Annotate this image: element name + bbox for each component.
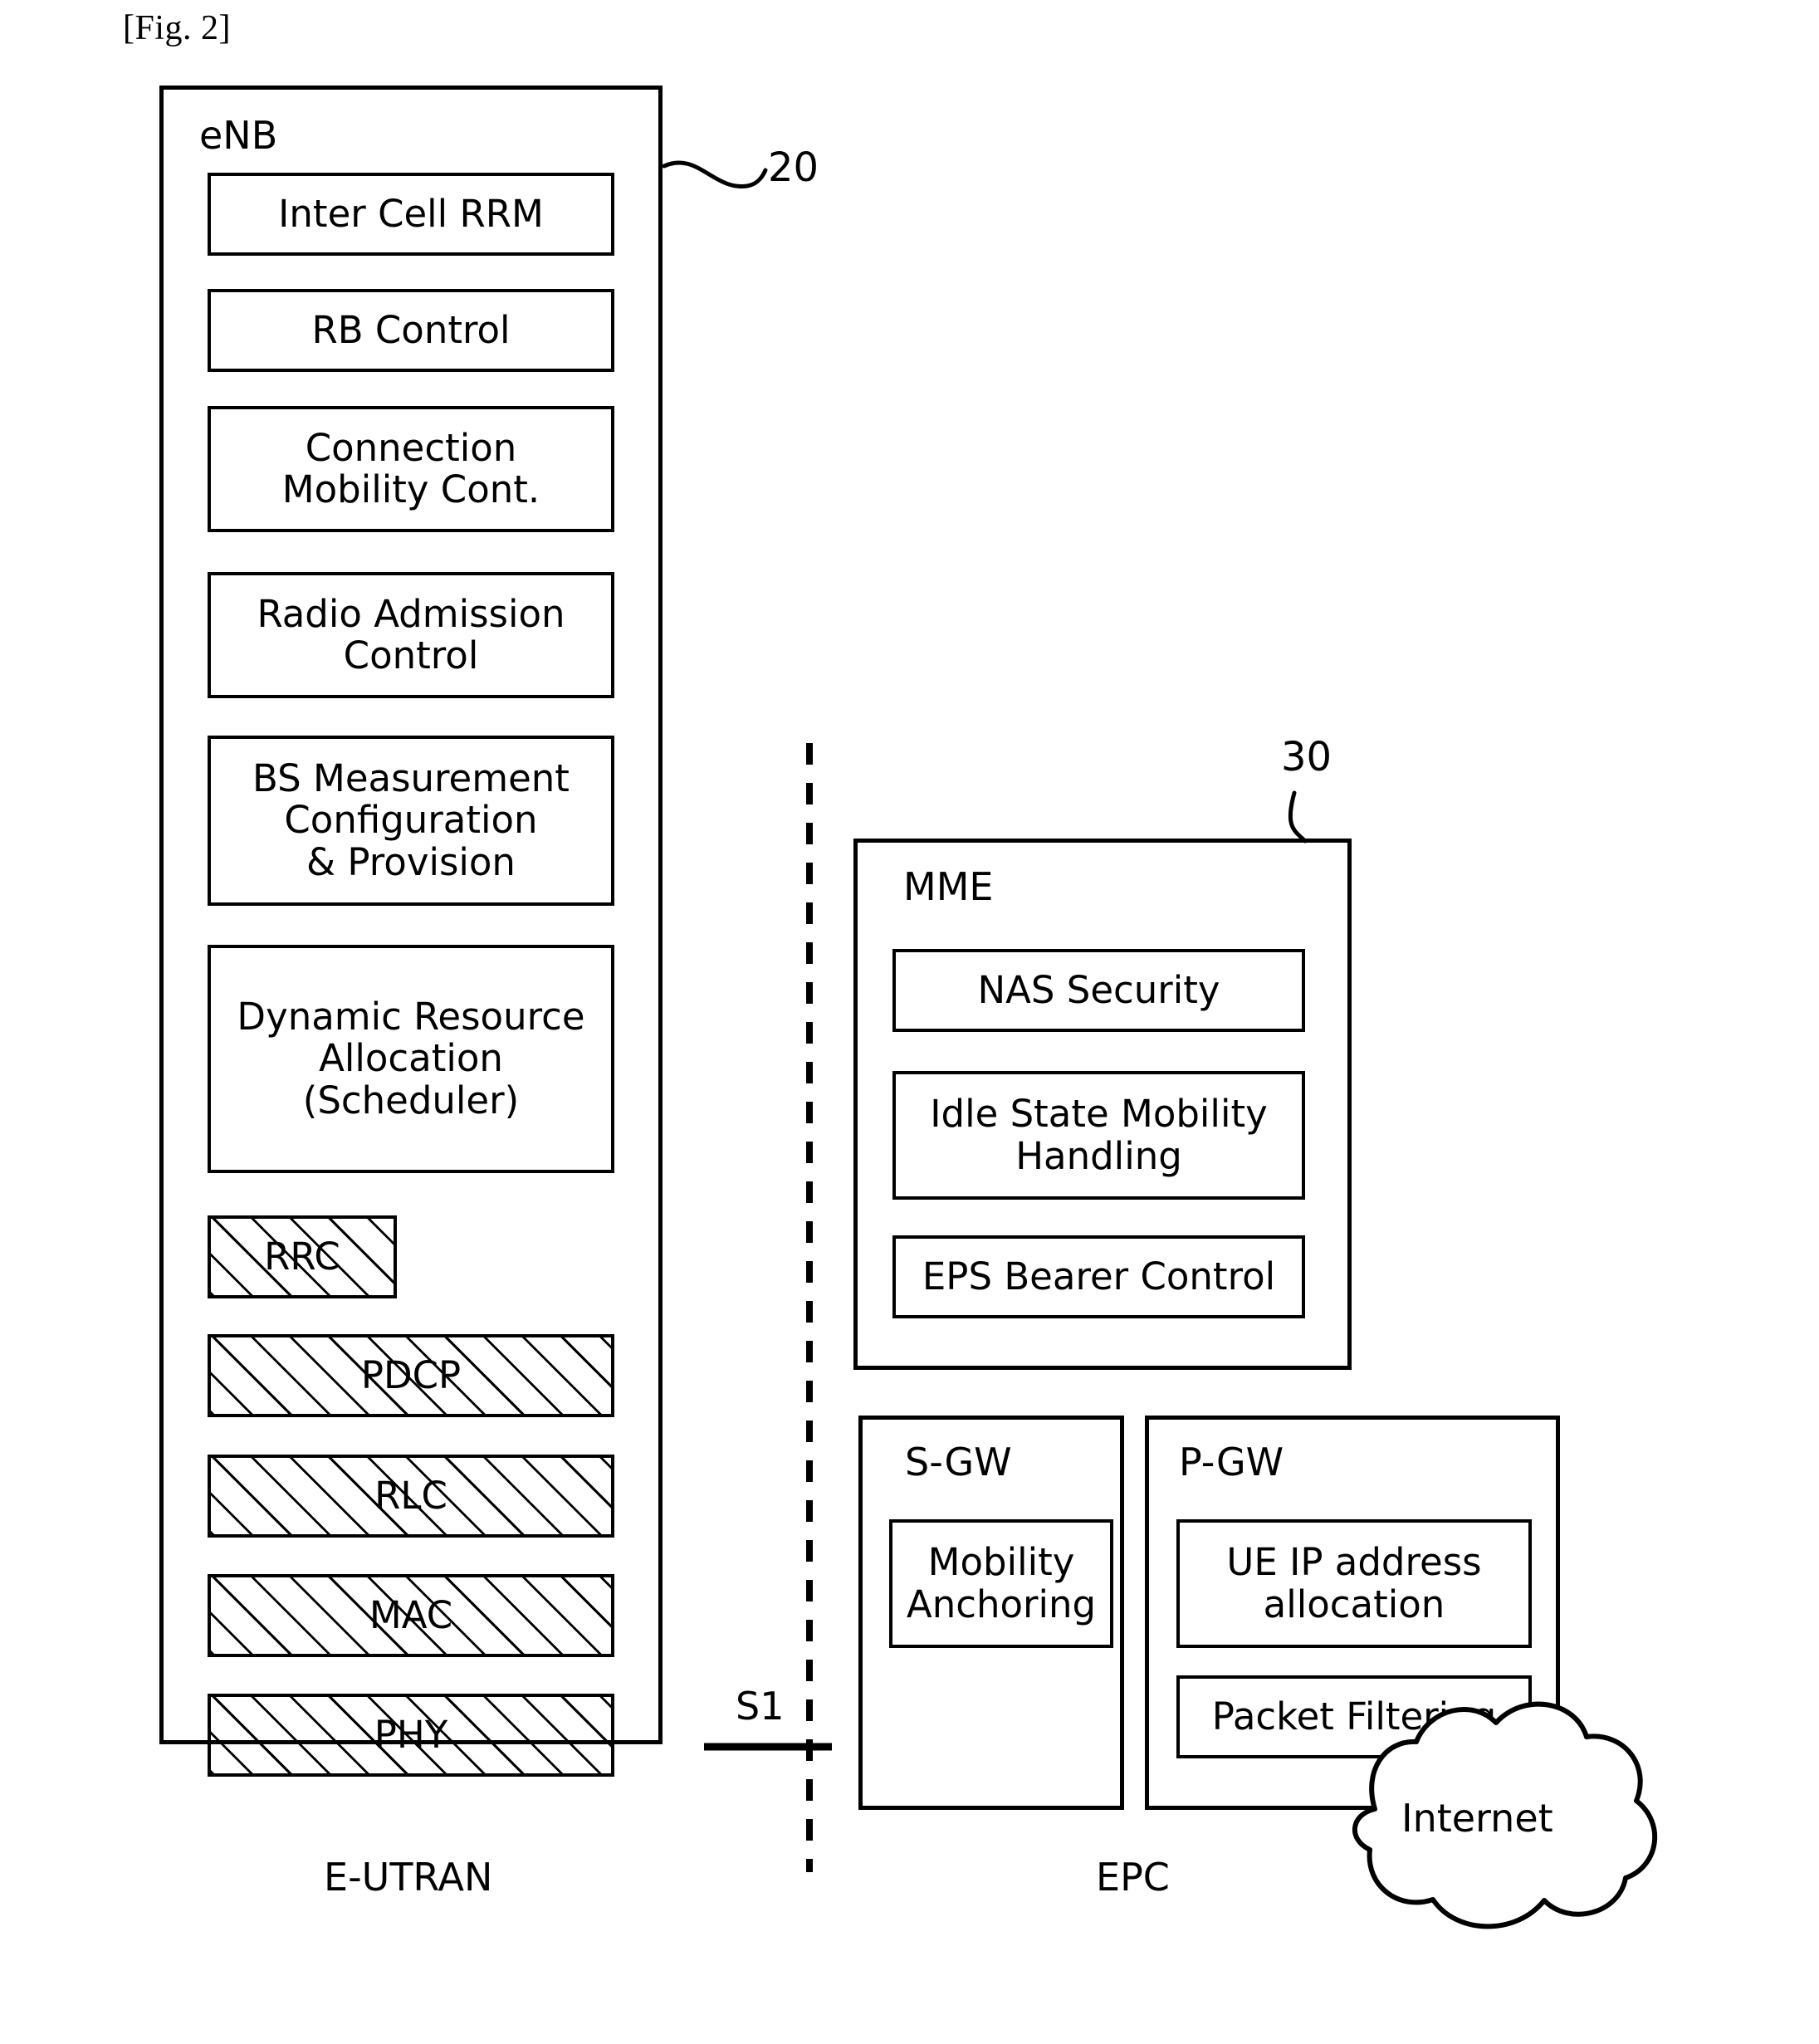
enb-block-label: Dynamic Resource Allocation (Scheduler) <box>237 994 585 1122</box>
pgw-block-packet-filtering: Packet Filtering <box>1176 1675 1532 1758</box>
pgw-block-label: Packet Filtering <box>1211 1694 1497 1738</box>
enb-layer-rrc: RRC <box>208 1215 397 1298</box>
sgw-title: S-GW <box>905 1440 1012 1484</box>
reference-numeral-30: 30 <box>1281 734 1332 780</box>
mme-block-label: NAS Security <box>977 967 1220 1012</box>
enb-layer-rlc: RLC <box>208 1455 614 1538</box>
enb-block-connection-mobility-cont: Connection Mobility Cont. <box>208 406 614 532</box>
mme-block-label: Idle State Mobility Handling <box>930 1092 1268 1178</box>
enb-layer-label: PHY <box>374 1712 448 1757</box>
figure-canvas: [Fig. 2] eNB Inter Cell RRM RB Control C… <box>0 0 1819 2044</box>
pgw-block-ue-ip-address-allocation: UE IP address allocation <box>1176 1519 1532 1648</box>
enb-layer-label: RLC <box>374 1473 447 1518</box>
pgw-block-label: UE IP address allocation <box>1226 1540 1482 1626</box>
enb-title: eNB <box>199 113 278 158</box>
mme-block-idle-state-mobility-handling: Idle State Mobility Handling <box>892 1071 1305 1200</box>
sgw-block-label: Mobility Anchoring <box>906 1540 1097 1626</box>
s1-interface-label: S1 <box>736 1684 785 1729</box>
enb-block-bs-measurement-configuration: BS Measurement Configuration & Provision <box>208 736 614 906</box>
mme-title: MME <box>903 864 994 909</box>
enb-block-label: BS Measurement Configuration & Provision <box>252 755 570 884</box>
enb-layer-label: PDCP <box>360 1352 462 1397</box>
mme-block-label: EPS Bearer Control <box>922 1254 1276 1298</box>
enb-layer-label: RRC <box>264 1234 340 1279</box>
sgw-block-mobility-anchoring: Mobility Anchoring <box>889 1519 1113 1648</box>
mme-block-nas-security: NAS Security <box>892 949 1305 1032</box>
enb-block-inter-cell-rrm: Inter Cell RRM <box>208 173 614 256</box>
enb-layer-pdcp: PDCP <box>208 1334 614 1417</box>
mme-block-eps-bearer-control: EPS Bearer Control <box>892 1235 1305 1318</box>
enb-block-label: RB Control <box>311 307 511 352</box>
enb-block-label: Radio Admission Control <box>257 591 565 677</box>
leader-line-20 <box>662 160 768 188</box>
enb-block-radio-admission-control: Radio Admission Control <box>208 572 614 698</box>
domain-label-e-utran: E-UTRAN <box>324 1855 493 1900</box>
domain-label-epc: EPC <box>1096 1855 1170 1900</box>
enb-block-rb-control: RB Control <box>208 289 614 372</box>
figure-label: [Fig. 2] <box>123 9 231 47</box>
enb-block-label: Inter Cell RRM <box>278 191 544 236</box>
reference-numeral-20: 20 <box>768 144 819 191</box>
pgw-title: P-GW <box>1179 1440 1284 1484</box>
enb-block-label: Connection Mobility Cont. <box>281 425 540 511</box>
internet-cloud-label: Internet <box>1401 1796 1553 1841</box>
enb-block-dynamic-resource-allocation: Dynamic Resource Allocation (Scheduler) <box>208 945 614 1173</box>
leader-line-30 <box>1288 790 1308 844</box>
enb-layer-mac: MAC <box>208 1574 614 1657</box>
enb-layer-phy: PHY <box>208 1694 614 1777</box>
enb-layer-label: MAC <box>369 1592 453 1637</box>
